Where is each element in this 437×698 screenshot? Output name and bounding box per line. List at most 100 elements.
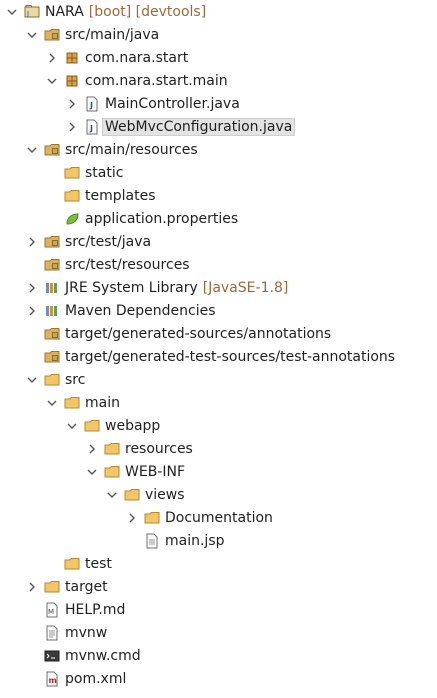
library-icon [44,303,60,319]
tree-item-label: webapp [105,417,161,434]
folder-icon [84,418,100,434]
collapse-chevron-icon[interactable] [26,581,38,593]
tree-item-label: NARA [45,3,84,20]
tree-item[interactable]: Maven Dependencies [26,299,216,322]
tree-item[interactable]: JRE System Library [JavaSE-1.8] [26,276,288,299]
tree-item[interactable]: resources [86,437,193,460]
tree-item-label: src/main/java [65,26,160,43]
tree-item[interactable]: com.nara.start.main [46,69,228,92]
tree-item[interactable]: webapp [66,414,160,437]
tree-item-label: src/main/resources [65,141,198,158]
collapse-chevron-icon[interactable] [26,236,38,248]
collapse-chevron-icon[interactable] [26,282,38,294]
tree-item[interactable]: Documentation [126,506,273,529]
tree-item[interactable]: src/main/resources [26,138,198,161]
tree-item[interactable]: src/test/resources [26,253,190,276]
tree-item-label: MainController.java [105,95,240,112]
tree-item-label: views [145,486,185,503]
tree-item[interactable]: views [106,483,185,506]
tree-item[interactable]: J WebMvcConfiguration.java [66,115,296,138]
package-icon [64,73,80,89]
folder-icon [44,579,60,595]
source-folder-icon [44,234,60,250]
tree-item[interactable]: m pom.xml [26,667,126,690]
tree-item-label: src/test/resources [65,256,190,273]
folder-icon [64,556,80,572]
folder-icon [64,395,80,411]
tree-item[interactable]: J MainController.java [66,92,240,115]
collapse-chevron-icon[interactable] [26,305,38,317]
tree-item[interactable]: WEB-INF [86,460,185,483]
folder-icon [104,464,120,480]
tree-item[interactable]: mvnw.cmd [26,644,141,667]
svg-text:J: J [89,101,93,110]
file-icon [144,533,160,549]
expand-chevron-icon[interactable] [46,75,58,87]
source-folder-icon [44,257,60,273]
tree-item-label: pom.xml [65,670,127,687]
tree-item[interactable]: src/test/java [26,230,151,253]
folder-icon [44,372,60,388]
expand-chevron-icon[interactable] [6,6,18,18]
svg-text:M: M [48,608,54,616]
collapse-chevron-icon[interactable] [126,512,138,524]
expand-chevron-icon[interactable] [106,489,118,501]
tree-item-decoration: [JavaSE-1.8] [202,279,289,296]
tree-item[interactable]: target [26,575,108,598]
tree-item-label: target [65,578,108,595]
spring-leaf-icon [64,211,80,227]
tree-item[interactable]: J NARA [boot] [devtools] [6,0,206,23]
expand-chevron-icon[interactable] [26,29,38,41]
package-explorer-tree: J NARA [boot] [devtools] src/main/java com.n… [0,0,437,698]
source-folder-icon [44,326,60,342]
tree-item-label: WEB-INF [125,463,185,480]
source-folder-icon [44,27,60,43]
tree-item[interactable]: main [46,391,120,414]
folder-icon [144,510,160,526]
tree-item[interactable]: target/generated-test-sources/test-annot… [26,345,395,368]
text-file-icon [44,625,60,641]
tree-item-label: WebMvcConfiguration.java [102,117,296,136]
tree-item-label: test [85,555,112,572]
java-file-icon: J [84,96,100,112]
collapse-chevron-icon[interactable] [86,443,98,455]
expand-chevron-icon[interactable] [26,144,38,156]
collapse-chevron-icon[interactable] [46,52,58,64]
collapse-chevron-icon[interactable] [66,121,78,133]
folder-icon [104,441,120,457]
tree-item-label: main.jsp [165,532,225,549]
project-icon: J [24,4,40,20]
java-file-icon: J [84,119,100,135]
tree-item[interactable]: test [46,552,112,575]
tree-item-label: Documentation [165,509,273,526]
expand-chevron-icon[interactable] [46,397,58,409]
tree-item[interactable]: src [26,368,85,391]
tree-item-label: target/generated-test-sources/test-annot… [65,348,396,365]
tree-item-label: HELP.md [65,601,126,618]
tree-item-label: src [65,371,86,388]
tree-item[interactable]: static [46,161,123,184]
source-folder-icon [44,349,60,365]
cmd-file-icon [44,648,60,664]
tree-item-label: Maven Dependencies [65,302,216,319]
expand-chevron-icon[interactable] [86,466,98,478]
tree-item-label: static [85,164,124,181]
expand-chevron-icon[interactable] [26,374,38,386]
folder-icon [124,487,140,503]
tree-item[interactable]: src/main/java [26,23,159,46]
tree-item-label: target/generated-sources/annotations [65,325,332,342]
markdown-file-icon: M [44,602,60,618]
tree-item[interactable]: main.jsp [126,529,225,552]
tree-item[interactable]: target/generated-sources/annotations [26,322,331,345]
svg-text:J: J [26,10,29,18]
tree-item[interactable]: templates [46,184,156,207]
tree-item[interactable]: com.nara.start [46,46,188,69]
expand-chevron-icon[interactable] [66,420,78,432]
collapse-chevron-icon[interactable] [66,98,78,110]
tree-item[interactable]: mvnw [26,621,107,644]
tree-item[interactable]: M HELP.md [26,598,125,621]
tree-item-label: com.nara.start.main [85,72,228,89]
folder-icon [64,165,80,181]
tree-item[interactable]: application.properties [46,207,238,230]
tree-item-label: application.properties [85,210,239,227]
